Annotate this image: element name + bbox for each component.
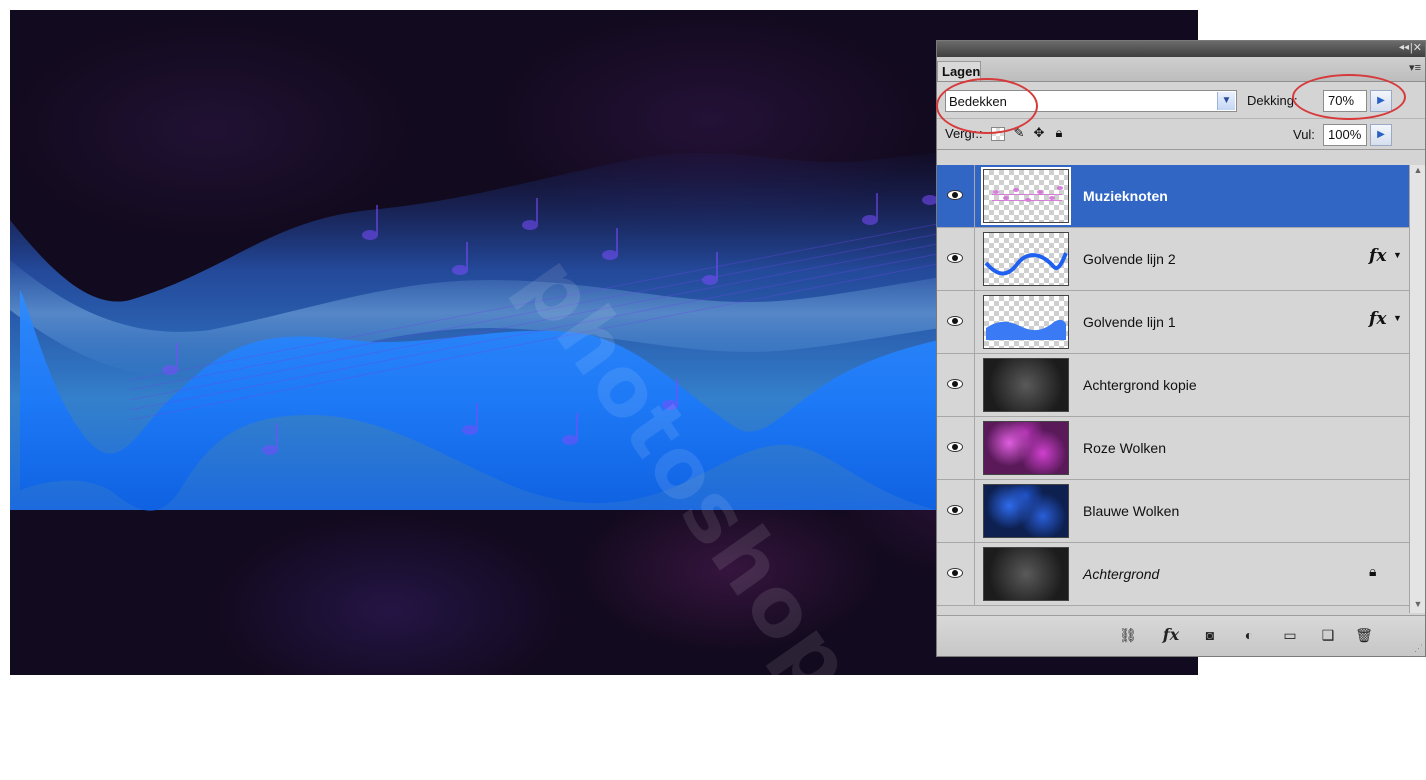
visibility-toggle[interactable] bbox=[937, 417, 975, 479]
eye-icon[interactable] bbox=[947, 505, 963, 515]
fill-input[interactable]: 100% bbox=[1323, 124, 1367, 146]
expand-effects-icon[interactable]: ▼ bbox=[1393, 250, 1402, 260]
layer-thumbnail bbox=[983, 484, 1069, 538]
fill-slider-arrow-icon[interactable]: ▶ bbox=[1370, 124, 1392, 146]
layer-thumbnail bbox=[983, 232, 1069, 286]
layer-row[interactable]: Roze Wolken bbox=[937, 417, 1409, 480]
opacity-label: Dekking: bbox=[1247, 93, 1298, 108]
layer-thumbnail bbox=[981, 167, 1071, 225]
fill-label: Vul: bbox=[1293, 127, 1315, 142]
fx-icon[interactable]: fx bbox=[1369, 246, 1386, 266]
layer-row[interactable]: Golvende lijn 2 fx ▼ bbox=[937, 228, 1409, 291]
layer-thumbnail bbox=[983, 421, 1069, 475]
layer-name[interactable]: Achtergrond bbox=[1083, 566, 1159, 582]
blend-mode-value: Bedekken bbox=[949, 94, 1007, 109]
expand-effects-icon[interactable]: ▼ bbox=[1393, 313, 1402, 323]
visibility-toggle[interactable] bbox=[937, 228, 975, 290]
eye-icon[interactable] bbox=[947, 316, 963, 326]
new-group-icon[interactable]: ▭ bbox=[1279, 626, 1301, 644]
layer-row[interactable]: Blauwe Wolken bbox=[937, 480, 1409, 543]
eye-icon[interactable] bbox=[947, 442, 963, 452]
layer-name[interactable]: Golvende lijn 1 bbox=[1083, 314, 1176, 330]
eye-icon[interactable] bbox=[947, 568, 963, 578]
layer-row[interactable]: Achtergrond 🔒︎ bbox=[937, 543, 1409, 606]
eye-icon[interactable] bbox=[947, 190, 963, 200]
blend-row: Bedekken ▼ Dekking: 70% ▶ bbox=[937, 82, 1425, 119]
visibility-toggle[interactable] bbox=[937, 291, 975, 353]
panel-bottom-bar: ⛓ fx ◙ ◐ ▭ ❑ 🗑︎ ⋰ bbox=[937, 615, 1425, 656]
layer-thumbnail bbox=[983, 358, 1069, 412]
layer-name[interactable]: Muzieknoten bbox=[1083, 188, 1168, 204]
visibility-toggle[interactable] bbox=[937, 543, 975, 605]
fx-icon[interactable]: fx bbox=[1369, 309, 1386, 329]
opacity-slider-arrow-icon[interactable]: ▶ bbox=[1370, 90, 1392, 112]
lock-transparent-pixels-icon[interactable] bbox=[991, 127, 1005, 141]
resize-grip-icon[interactable]: ⋰ bbox=[1414, 643, 1423, 654]
layer-name[interactable]: Achtergrond kopie bbox=[1083, 377, 1197, 393]
eye-icon[interactable] bbox=[947, 379, 963, 389]
layer-list: Muzieknoten Golvende lijn 2 fx ▼ Golvend… bbox=[937, 165, 1409, 613]
layer-row[interactable]: Muzieknoten bbox=[937, 165, 1409, 228]
layer-lock-icon: 🔒︎ bbox=[1369, 563, 1377, 579]
blend-mode-select[interactable]: Bedekken ▼ bbox=[945, 90, 1237, 112]
visibility-toggle[interactable] bbox=[937, 480, 975, 542]
lock-position-icon[interactable]: ✥ bbox=[1031, 125, 1047, 141]
layer-row[interactable]: Golvende lijn 1 fx ▼ bbox=[937, 291, 1409, 354]
add-mask-icon[interactable]: ◙ bbox=[1199, 626, 1221, 644]
lock-all-icon[interactable]: 🔒︎ bbox=[1051, 125, 1067, 141]
eye-icon[interactable] bbox=[947, 253, 963, 263]
collapse-icon[interactable]: ◂◂ bbox=[1399, 42, 1409, 53]
layer-list-scrollbar[interactable]: ▲ ▼ bbox=[1409, 165, 1425, 613]
panel-titlebar[interactable]: ◂◂ |✕ bbox=[937, 41, 1425, 57]
layer-name[interactable]: Golvende lijn 2 bbox=[1083, 251, 1176, 267]
opacity-input[interactable]: 70% bbox=[1323, 90, 1367, 112]
new-layer-icon[interactable]: ❑ bbox=[1317, 626, 1339, 644]
lock-image-pixels-icon[interactable]: ✎ bbox=[1011, 125, 1027, 141]
layer-thumbnail bbox=[983, 295, 1069, 349]
scroll-up-icon[interactable]: ▲ bbox=[1411, 165, 1425, 179]
layers-panel: ◂◂ |✕ Lagen ▾≡ Bedekken ▼ Dekking: 70% ▶… bbox=[936, 40, 1426, 657]
chevron-down-icon[interactable]: ▼ bbox=[1217, 92, 1235, 110]
tab-layers[interactable]: Lagen bbox=[937, 61, 981, 81]
visibility-toggle[interactable] bbox=[937, 165, 975, 227]
layer-name[interactable]: Roze Wolken bbox=[1083, 440, 1166, 456]
trash-icon[interactable]: 🗑︎ bbox=[1353, 626, 1375, 644]
scroll-down-icon[interactable]: ▼ bbox=[1411, 599, 1425, 613]
adjustment-layer-icon[interactable]: ◐ bbox=[1237, 626, 1261, 644]
layer-thumbnail bbox=[983, 547, 1069, 601]
panel-tab-row: Lagen ▾≡ bbox=[937, 57, 1425, 82]
close-icon[interactable]: |✕ bbox=[1410, 41, 1422, 54]
panel-menu-icon[interactable]: ▾≡ bbox=[1409, 61, 1421, 74]
visibility-toggle[interactable] bbox=[937, 354, 975, 416]
add-layer-style-button[interactable]: fx bbox=[1157, 626, 1185, 644]
lock-label: Vergr.: bbox=[945, 126, 983, 141]
link-layers-icon[interactable]: ⛓ bbox=[1117, 626, 1139, 644]
layer-row[interactable]: Achtergrond kopie bbox=[937, 354, 1409, 417]
layer-name[interactable]: Blauwe Wolken bbox=[1083, 503, 1179, 519]
lock-row: Vergr.: ✎ ✥ 🔒︎ Vul: 100% ▶ bbox=[937, 119, 1425, 150]
